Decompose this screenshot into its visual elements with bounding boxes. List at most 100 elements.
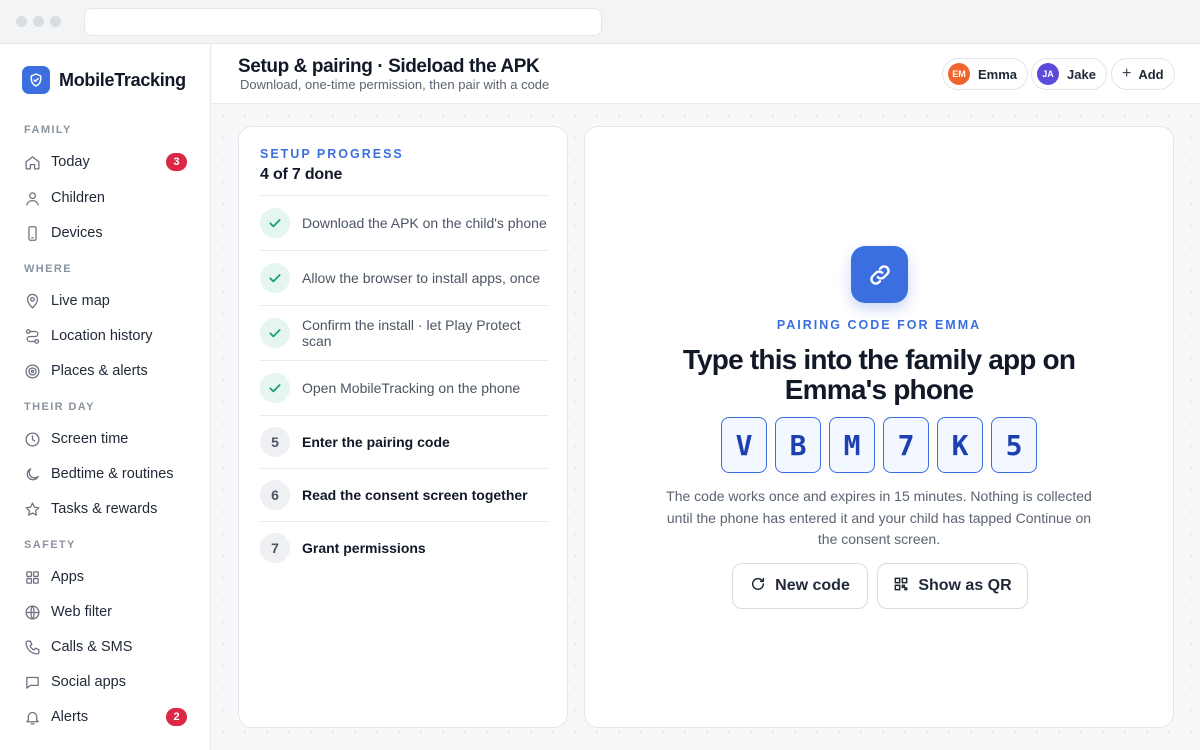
setup-step[interactable]: 7 Grant permissions <box>260 521 548 574</box>
profile-chip-jake[interactable]: JA Jake <box>1031 58 1107 90</box>
new-code-button[interactable]: New code <box>732 563 868 609</box>
pairing-note: The code works once and expires in 15 mi… <box>666 488 1092 547</box>
sidebar-item-screen-time[interactable]: Screen time <box>14 423 198 455</box>
check-icon <box>260 263 290 293</box>
clock-icon <box>24 431 41 448</box>
sidebar-item-label: Alerts <box>51 709 89 725</box>
person-icon <box>24 190 41 207</box>
sidebar-item-label: Bedtime & routines <box>51 466 174 482</box>
add-profile-label: Add <box>1138 66 1164 82</box>
code-character: M <box>829 417 875 473</box>
sidebar-item-label: Live map <box>51 293 110 309</box>
window-close-dot[interactable] <box>16 16 27 27</box>
sidebar-item-live-map[interactable]: Live map <box>14 285 198 317</box>
phone-icon <box>24 225 41 242</box>
setup-step[interactable]: Open MobileTracking on the phone <box>260 360 548 415</box>
step-number: 6 <box>260 480 290 510</box>
step-label: Allow the browser to install apps, once <box>302 270 541 286</box>
setup-steps-list: Download the APK on the child's phone All… <box>260 195 548 574</box>
brand[interactable]: MobileTracking <box>22 66 186 94</box>
address-bar[interactable] <box>84 8 602 36</box>
profile-chip-emma[interactable]: EM Emma <box>942 58 1029 90</box>
pairing-code: V B M 7 K 5 <box>721 417 1037 473</box>
step-number: 7 <box>260 533 290 563</box>
step-label: Download the APK on the child's phone <box>302 215 547 231</box>
step-label: Grant permissions <box>302 540 426 556</box>
sidebar-item-places-alerts[interactable]: Places & alerts <box>14 355 198 387</box>
step-label: Open MobileTracking on the phone <box>302 380 521 396</box>
setup-step[interactable]: Allow the browser to install apps, once <box>260 250 548 305</box>
add-profile-button[interactable]: + Add <box>1111 58 1175 90</box>
avatar: JA <box>1037 63 1059 85</box>
code-character: 7 <box>883 417 929 473</box>
sidebar-item-label: Location history <box>51 328 153 344</box>
sidebar-item-label: Screen time <box>51 431 129 447</box>
brand-name: MobileTracking <box>59 69 186 90</box>
browser-chrome <box>0 0 1200 44</box>
new-code-label: New code <box>775 577 850 594</box>
sidebar-item-location-history[interactable]: Location history <box>14 320 198 352</box>
alerts-count-badge: 2 <box>166 708 187 726</box>
page-header: Setup & pairing · Sideload the APK Downl… <box>212 44 1200 104</box>
show-qr-button[interactable]: Show as QR <box>877 563 1028 609</box>
today-count-badge: 3 <box>166 153 187 171</box>
setup-step[interactable]: 5 Enter the pairing code <box>260 415 548 468</box>
sidebar: MobileTracking FAMILY Today 3 Children D… <box>0 44 211 750</box>
sidebar-item-label: Calls & SMS <box>51 639 133 655</box>
sidebar-item-devices[interactable]: Devices <box>14 217 198 249</box>
sidebar-item-calls-sms[interactable]: Calls & SMS <box>14 631 198 663</box>
refresh-icon <box>750 576 766 597</box>
code-character: 5 <box>991 417 1037 473</box>
globe-icon <box>24 604 41 621</box>
section-label-their-day: THEIR DAY <box>24 401 95 413</box>
star-icon <box>24 501 41 518</box>
setup-step[interactable]: Confirm the install · let Play Protect s… <box>260 305 548 360</box>
sidebar-item-social-apps[interactable]: Social apps <box>14 666 198 698</box>
sidebar-item-apps[interactable]: Apps <box>14 561 198 593</box>
check-icon <box>260 318 290 348</box>
sidebar-item-label: Places & alerts <box>51 363 148 379</box>
step-number: 5 <box>260 427 290 457</box>
show-qr-label: Show as QR <box>918 577 1012 594</box>
page-title: Setup & pairing · Sideload the APK <box>238 56 540 77</box>
step-label: Confirm the install · let Play Protect s… <box>302 317 521 349</box>
section-label-family: FAMILY <box>24 124 72 136</box>
plus-icon: + <box>1122 65 1132 82</box>
page-subtitle: Download, one-time permission, then pair… <box>240 77 550 92</box>
sidebar-item-bedtime-routines[interactable]: Bedtime & routines <box>14 458 198 490</box>
sidebar-item-tasks-rewards[interactable]: Tasks & rewards <box>14 493 198 525</box>
avatar: EM <box>948 63 970 85</box>
profile-name: Jake <box>1067 66 1096 82</box>
main-content: SETUP PROGRESS 4 of 7 done Download the … <box>212 105 1200 750</box>
pairing-eyebrow: PAIRING CODE FOR EMMA <box>776 318 982 332</box>
sidebar-item-alerts[interactable]: Alerts 2 <box>14 701 198 733</box>
sidebar-item-web-filter[interactable]: Web filter <box>14 596 198 628</box>
progress-eyebrow: SETUP PROGRESS <box>260 147 404 161</box>
window-maximize-dot[interactable] <box>50 16 61 27</box>
sidebar-item-children[interactable]: Children <box>14 182 198 214</box>
target-icon <box>24 363 41 380</box>
qr-code-icon <box>893 576 909 597</box>
shield-logo-icon <box>22 66 50 94</box>
sidebar-item-label: Web filter <box>51 604 112 620</box>
home-icon <box>24 154 41 171</box>
setup-progress-card: SETUP PROGRESS 4 of 7 done Download the … <box>238 126 568 728</box>
setup-step[interactable]: Download the APK on the child's phone <box>260 195 548 250</box>
sidebar-item-label: Social apps <box>51 674 126 690</box>
link-icon <box>851 246 908 303</box>
code-character: B <box>775 417 821 473</box>
sidebar-item-label: Tasks & rewards <box>51 501 158 517</box>
sidebar-item-label: Devices <box>51 225 103 241</box>
sidebar-item-label: Children <box>51 190 105 206</box>
step-label: Enter the pairing code <box>302 434 450 450</box>
call-icon <box>24 639 41 656</box>
code-character: V <box>721 417 767 473</box>
bell-icon <box>24 709 41 726</box>
check-icon <box>260 373 290 403</box>
route-icon <box>24 328 41 345</box>
sidebar-item-today[interactable]: Today 3 <box>14 146 198 178</box>
progress-count: 4 of 7 done <box>260 166 343 183</box>
window-minimize-dot[interactable] <box>33 16 44 27</box>
setup-step[interactable]: 6 Read the consent screen together <box>260 468 548 521</box>
grid-icon <box>24 569 41 586</box>
